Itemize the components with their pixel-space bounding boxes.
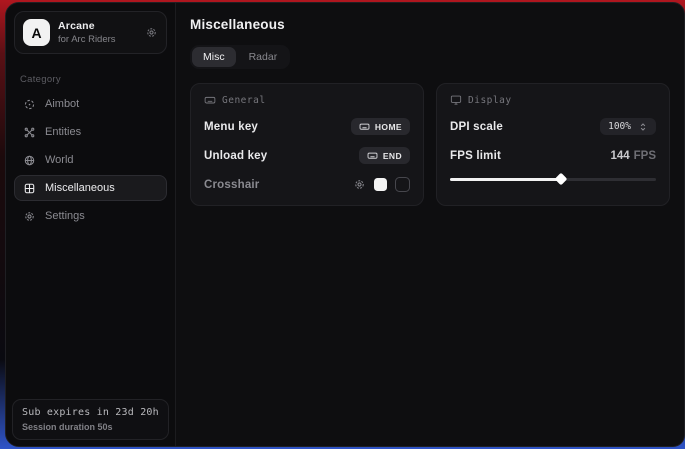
unload-key-row: Unload key END [204, 147, 410, 164]
crosshair-color-swatch[interactable] [374, 178, 387, 191]
slider-fill [450, 178, 561, 181]
display-panel-header: Display [450, 94, 656, 106]
display-panel-title: Display [468, 95, 512, 106]
fps-limit-slider[interactable] [450, 174, 656, 184]
unload-key-value: END [383, 151, 402, 161]
sidebar-item-miscellaneous[interactable]: Miscellaneous [14, 175, 167, 201]
sidebar: A Arcane for Arc Riders Category Aimbot [6, 3, 176, 446]
category-label: Category [20, 74, 161, 85]
menu-key-row: Menu key HOME [204, 118, 410, 135]
gear-icon[interactable] [145, 26, 158, 39]
fps-limit-row: FPS limit 144 FPS [450, 147, 656, 164]
general-panel: General Menu key HOME Unload key [190, 83, 424, 206]
tab-bar: Misc Radar [190, 45, 290, 69]
sidebar-item-world[interactable]: World [14, 147, 167, 173]
chevron-up-down-icon [638, 122, 648, 132]
sidebar-item-label: World [45, 154, 74, 166]
dpi-scale-value: 100% [608, 121, 631, 132]
crosshair-settings-icon[interactable] [353, 178, 366, 191]
crosshair-icon [23, 98, 36, 111]
unload-key-bind-button[interactable]: END [359, 147, 410, 164]
keyboard-icon [359, 121, 370, 132]
sidebar-item-entities[interactable]: Entities [14, 119, 167, 145]
unload-key-label: Unload key [204, 150, 267, 162]
crosshair-controls [353, 177, 410, 192]
display-panel: Display DPI scale 100% FPS limit 144 FPS [436, 83, 670, 206]
app-meta: Arcane for Arc Riders [58, 20, 137, 45]
app-card: A Arcane for Arc Riders [14, 11, 167, 54]
main-content: Miscellaneous Misc Radar General Menu ke… [176, 3, 684, 446]
fps-limit-label: FPS limit [450, 150, 501, 162]
sidebar-nav: Aimbot Entities World Miscellaneous [6, 89, 175, 231]
grid-icon [23, 182, 36, 195]
settings-icon [23, 210, 36, 223]
tab-misc[interactable]: Misc [192, 47, 236, 67]
tab-radar[interactable]: Radar [238, 47, 289, 67]
app-subtitle: for Arc Riders [58, 34, 137, 45]
globe-icon [23, 154, 36, 167]
fps-unit: FPS [634, 150, 656, 162]
sidebar-item-label: Entities [45, 126, 81, 138]
slider-track[interactable] [450, 178, 656, 181]
general-panel-header: General [204, 94, 410, 106]
dpi-scale-row: DPI scale 100% [450, 118, 656, 135]
slider-thumb[interactable] [555, 173, 568, 186]
sub-expiry-text: Sub expires in 23d 20h [22, 407, 159, 418]
avatar: A [23, 19, 50, 46]
subscription-card: Sub expires in 23d 20h Session duration … [12, 399, 169, 440]
menu-key-bind-button[interactable]: HOME [351, 118, 410, 135]
keyboard-icon [367, 150, 378, 161]
entities-icon [23, 126, 36, 139]
app-window: A Arcane for Arc Riders Category Aimbot [5, 2, 685, 447]
sidebar-item-label: Aimbot [45, 98, 79, 110]
dpi-scale-select[interactable]: 100% [600, 118, 656, 135]
fps-limit-value: 144 FPS [610, 150, 656, 162]
dpi-scale-label: DPI scale [450, 121, 503, 133]
menu-key-label: Menu key [204, 121, 258, 133]
menu-key-value: HOME [375, 122, 402, 132]
session-duration-text: Session duration 50s [22, 422, 159, 432]
page-title: Miscellaneous [190, 17, 670, 32]
keyboard-icon [204, 94, 216, 106]
crosshair-row: Crosshair [204, 176, 410, 193]
app-name: Arcane [58, 20, 137, 32]
general-panel-title: General [222, 95, 266, 106]
sidebar-item-aimbot[interactable]: Aimbot [14, 91, 167, 117]
panels-row: General Menu key HOME Unload key [190, 83, 670, 206]
sidebar-item-settings[interactable]: Settings [14, 203, 167, 229]
sidebar-item-label: Settings [45, 210, 85, 222]
monitor-icon [450, 94, 462, 106]
crosshair-checkbox[interactable] [395, 177, 410, 192]
sidebar-item-label: Miscellaneous [45, 182, 115, 194]
fps-number: 144 [610, 150, 629, 162]
crosshair-label: Crosshair [204, 179, 260, 191]
